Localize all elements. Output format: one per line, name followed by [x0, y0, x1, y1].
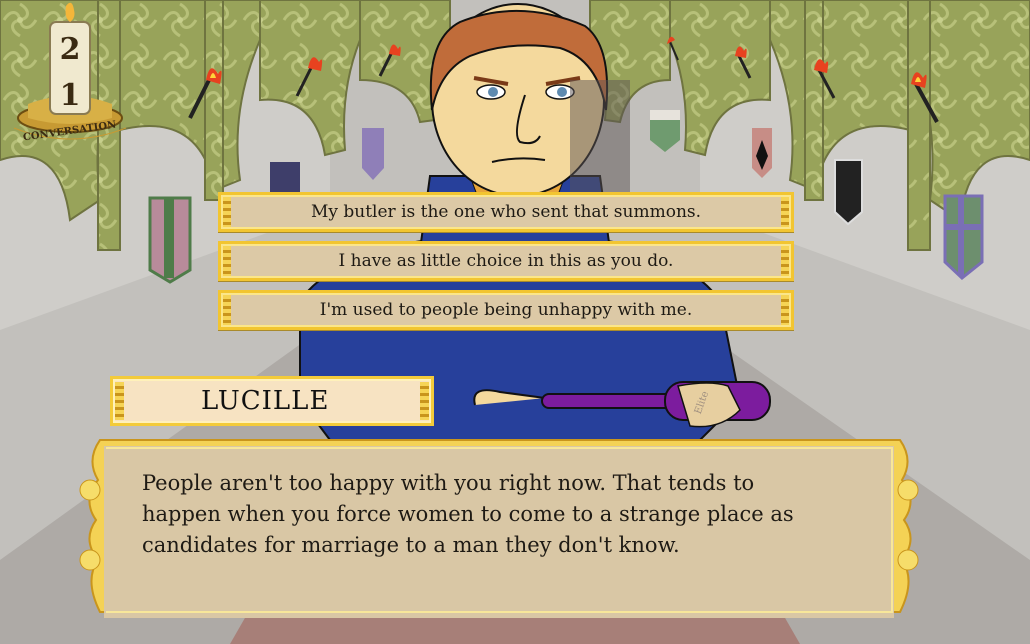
- conversation-counter-top: 2: [59, 32, 81, 67]
- dialogue-choice-1[interactable]: My butler is the one who sent that summo…: [218, 192, 794, 232]
- dialogue-choice-3[interactable]: I'm used to people being unhappy with me…: [218, 290, 794, 330]
- conversation-counter-bottom: 1: [59, 78, 81, 113]
- dialog-text: People aren't too happy with you right n…: [142, 471, 794, 557]
- speaker-name-plate: LUCILLE: [110, 376, 434, 426]
- dialogue-choice-2[interactable]: I have as little choice in this as you d…: [218, 241, 794, 281]
